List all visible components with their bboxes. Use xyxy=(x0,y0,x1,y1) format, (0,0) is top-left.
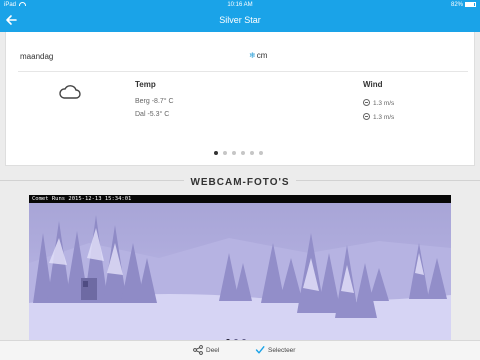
webcam-image[interactable]: Comet Runs 2015-12-13 15:34:01 xyxy=(29,195,451,342)
share-icon xyxy=(193,345,203,355)
temp-mountain: Berg -8.7° C xyxy=(135,98,174,105)
temp-valley: Dal -5.3° C xyxy=(135,111,170,118)
select-button[interactable]: Selecteer xyxy=(255,344,295,358)
navigation-bar: Silver Star xyxy=(0,10,480,32)
page-dot[interactable] xyxy=(241,151,245,155)
page-dot[interactable] xyxy=(214,151,218,155)
forecast-day: maandag xyxy=(20,52,54,61)
snowy-forest-scene xyxy=(29,215,451,342)
wind-valley: 1.3 m/s xyxy=(363,113,394,121)
forecast-page-indicator[interactable] xyxy=(214,142,268,155)
bottom-toolbar: Deel Selecteer xyxy=(0,340,480,360)
page-dot[interactable] xyxy=(259,151,263,155)
snow-unit: cm xyxy=(256,51,268,60)
forecast-card: maandag ❄cm Temp Berg -8.7° C Dal -5.3° … xyxy=(5,32,475,166)
share-button[interactable]: Deel xyxy=(193,344,219,358)
back-button[interactable] xyxy=(3,11,21,29)
page-dot[interactable] xyxy=(232,151,236,155)
status-bar: iPad 10:16 AM 82% xyxy=(0,0,480,10)
battery-indicator: 82% xyxy=(451,2,476,8)
wind-direction-icon xyxy=(363,113,370,120)
back-arrow-icon xyxy=(6,15,17,25)
wind-heading: Wind xyxy=(363,80,383,89)
wind-direction-icon xyxy=(363,99,370,106)
cloud-icon xyxy=(59,85,81,99)
page-dot[interactable] xyxy=(250,151,254,155)
page-dot[interactable] xyxy=(223,151,227,155)
battery-icon xyxy=(465,2,476,7)
checkmark-icon xyxy=(255,346,265,354)
temp-heading: Temp xyxy=(135,80,156,89)
webcam-caption: Comet Runs 2015-12-13 15:34:01 xyxy=(29,195,451,203)
snowflake-icon: ❄ xyxy=(249,51,256,60)
webcam-section-title: WEBCAM-FOTO'S xyxy=(0,177,480,188)
snowfall: ❄cm xyxy=(249,51,267,60)
wind-mountain: 1.3 m/s xyxy=(363,99,394,107)
page-title: Silver Star xyxy=(219,15,261,25)
status-time: 10:16 AM xyxy=(227,2,253,8)
divider xyxy=(18,71,468,72)
